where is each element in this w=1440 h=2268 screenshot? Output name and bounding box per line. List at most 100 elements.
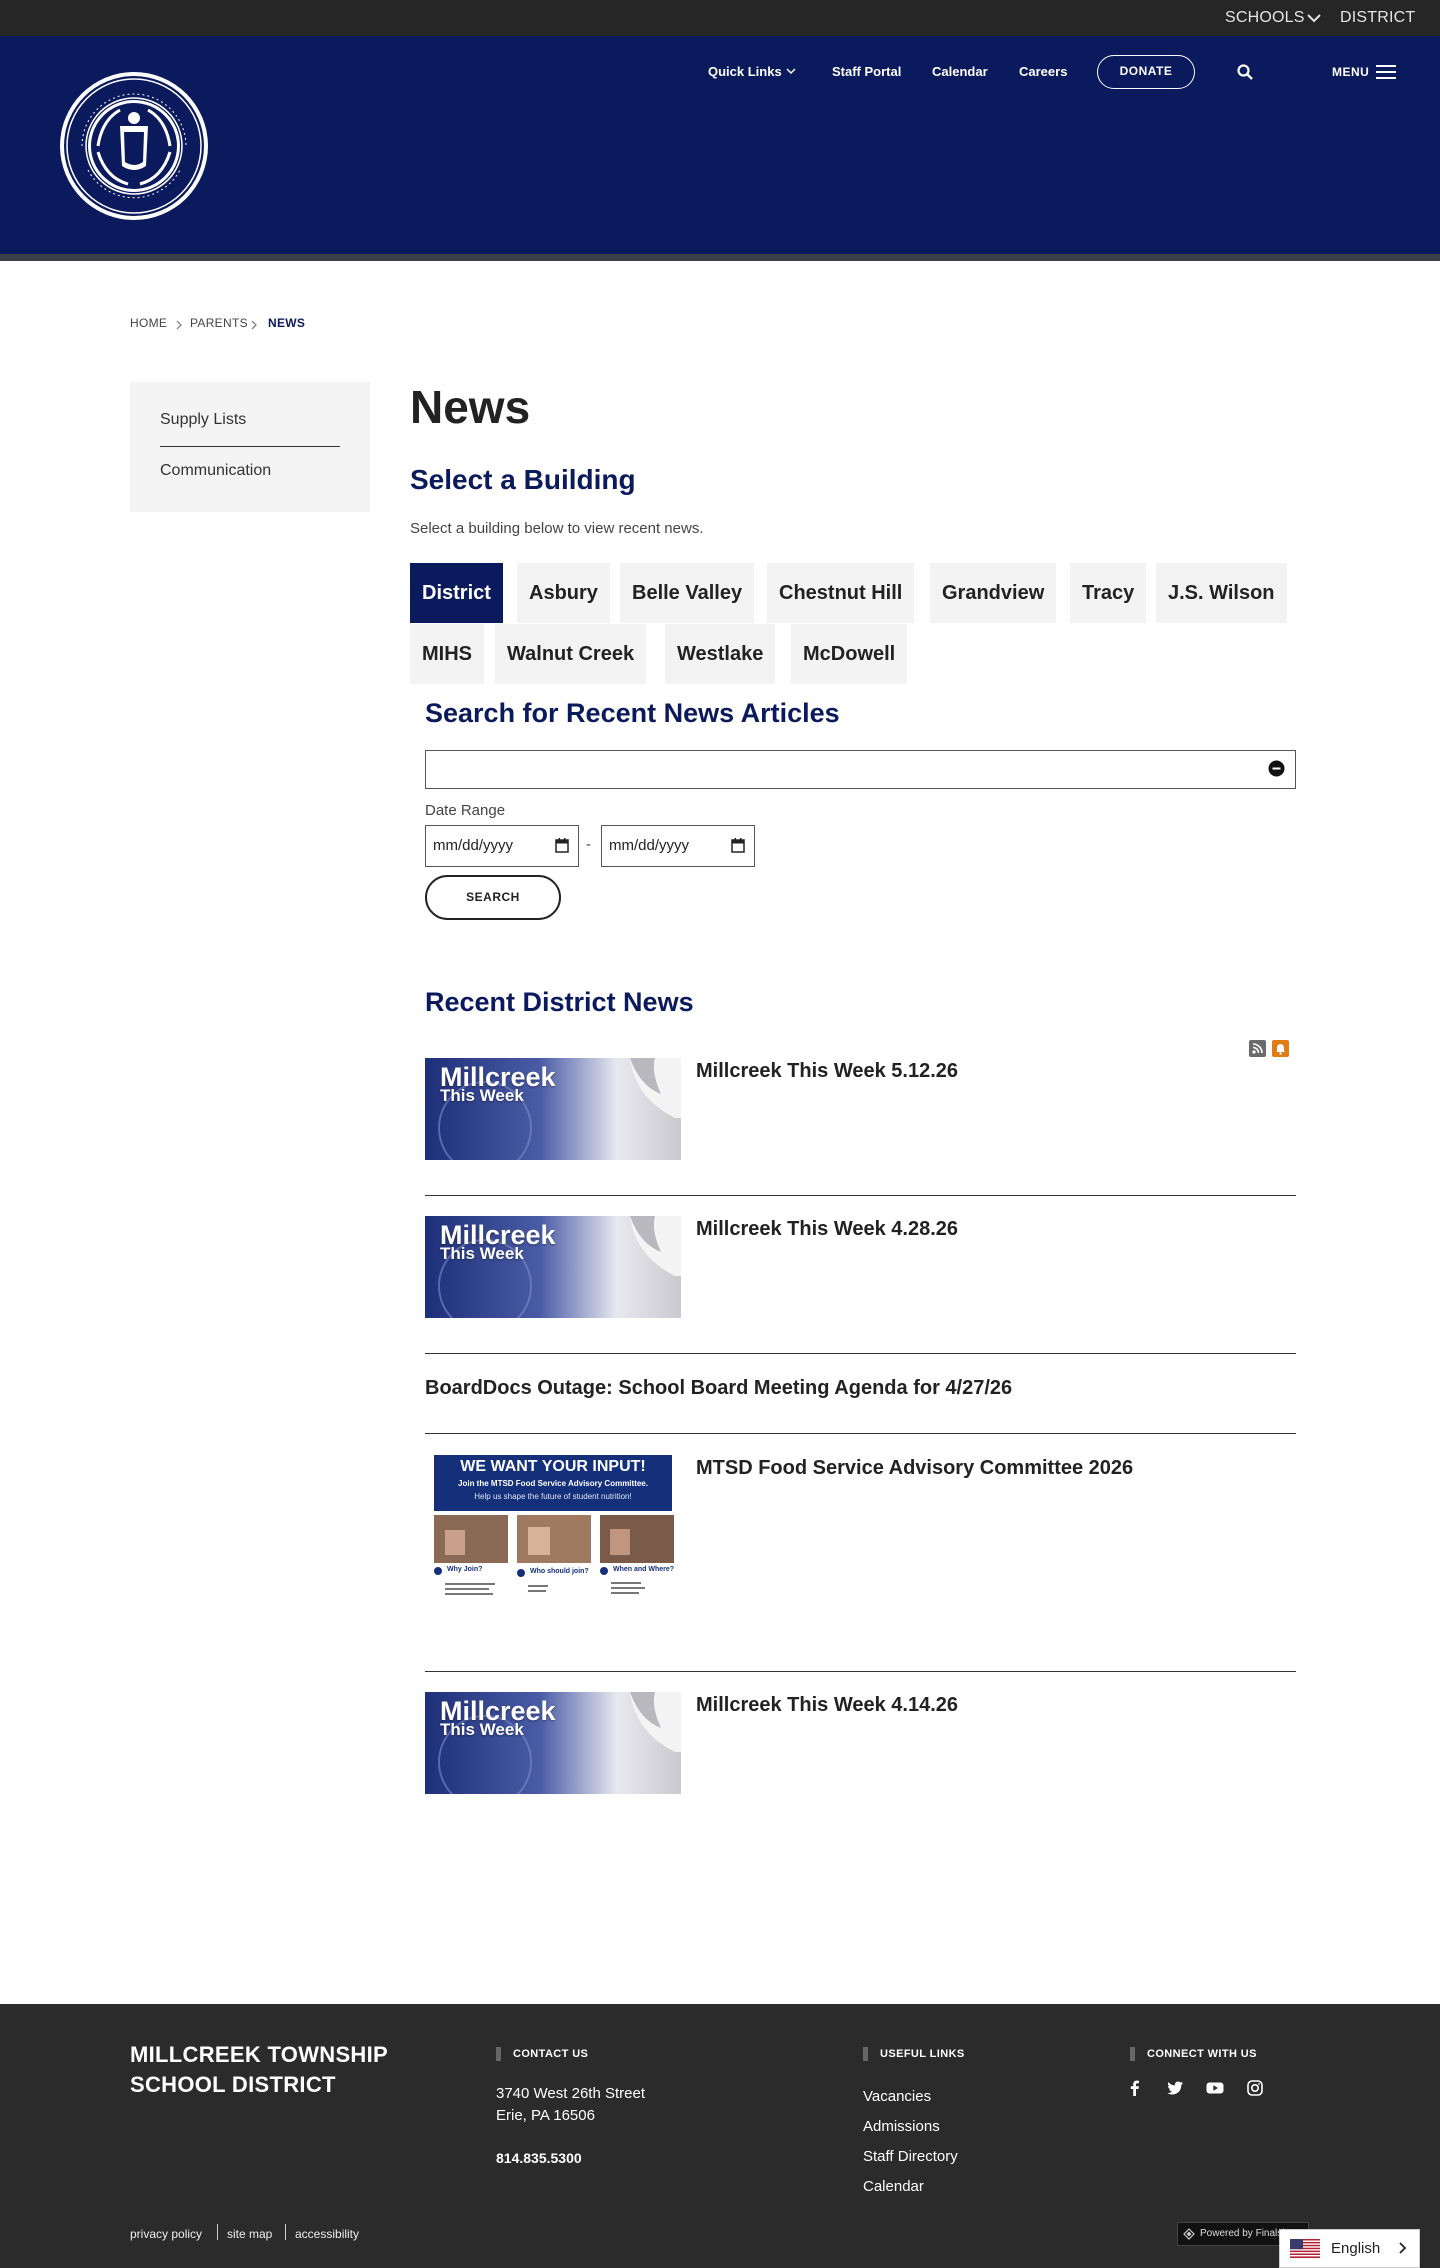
building-tab-walnut-creek[interactable]: Walnut Creek bbox=[495, 624, 647, 684]
chevron-right-icon[interactable] bbox=[1396, 2241, 1408, 2255]
building-tab-mcdowell[interactable]: McDowell bbox=[791, 624, 908, 684]
staff-portal-link[interactable]: Staff Portal bbox=[832, 60, 901, 84]
calendar-icon[interactable] bbox=[731, 838, 745, 853]
building-tab-district[interactable]: District bbox=[410, 563, 503, 623]
date-range-separator: - bbox=[586, 836, 591, 853]
careers-link[interactable]: Careers bbox=[1019, 60, 1067, 84]
menu-label[interactable]: MENU bbox=[1332, 60, 1369, 84]
breadcrumb-current: NEWS bbox=[268, 316, 306, 330]
search-button[interactable]: SEARCH bbox=[425, 875, 561, 920]
district-seal-logo[interactable] bbox=[58, 70, 210, 222]
footer-address-line: 3740 West 26th Street bbox=[496, 2085, 645, 2102]
legal-separator bbox=[217, 2224, 218, 2240]
select-building-description: Select a building below to view recent n… bbox=[410, 520, 704, 537]
utility-bar bbox=[0, 0, 1440, 36]
header-stripe bbox=[0, 254, 1440, 261]
article-title[interactable]: Millcreek This Week 4.14.26 bbox=[696, 1694, 958, 1717]
thumb-subtitle: This Week bbox=[440, 1720, 524, 1739]
footer-link-staff-directory[interactable]: Staff Directory bbox=[863, 2148, 958, 2165]
search-icon[interactable] bbox=[1236, 63, 1254, 81]
notification-bell-icon[interactable] bbox=[1272, 1040, 1289, 1057]
article-divider bbox=[425, 1195, 1296, 1196]
chevron-down-icon[interactable] bbox=[785, 65, 797, 77]
search-heading: Search for Recent News Articles bbox=[425, 698, 840, 728]
facebook-icon[interactable] bbox=[1126, 2079, 1144, 2097]
footer-district-name: MILLCREEK TOWNSHIP SCHOOL DISTRICT bbox=[130, 2040, 388, 2100]
sidebar-item-supply-lists[interactable]: Supply Lists bbox=[160, 411, 246, 429]
footer-address-line: Erie, PA 16506 bbox=[496, 2107, 595, 2124]
legal-separator bbox=[285, 2224, 286, 2240]
site-map-link[interactable]: site map bbox=[227, 2227, 272, 2241]
donate-button[interactable]: DONATE bbox=[1097, 55, 1195, 89]
footer-link-vacancies[interactable]: Vacancies bbox=[863, 2088, 931, 2105]
article-divider bbox=[425, 1353, 1296, 1354]
article-thumbnail[interactable]: Millcreek This Week bbox=[425, 1692, 681, 1794]
rss-icon[interactable] bbox=[1249, 1040, 1266, 1057]
calendar-link[interactable]: Calendar bbox=[932, 60, 988, 84]
breadcrumb-home[interactable]: HOME bbox=[130, 316, 167, 330]
building-tab-grandview[interactable]: Grandview bbox=[930, 563, 1057, 623]
clear-search-icon[interactable] bbox=[1268, 760, 1285, 777]
sidebar-divider bbox=[160, 446, 340, 447]
thumb-subtitle: This Week bbox=[440, 1244, 524, 1263]
us-flag-icon bbox=[1290, 2239, 1320, 2258]
breadcrumb-parents[interactable]: PARENTS bbox=[190, 316, 248, 330]
heading-accent-bar bbox=[496, 2047, 501, 2061]
chevron-right-icon bbox=[251, 320, 257, 330]
footer-connect-heading: CONNECT WITH US bbox=[1130, 2047, 1257, 2061]
calendar-icon[interactable] bbox=[555, 838, 569, 853]
flyer-question: When and Where? bbox=[613, 1566, 675, 1573]
privacy-policy-link[interactable]: privacy policy bbox=[130, 2227, 202, 2241]
chevron-right-icon bbox=[176, 320, 182, 330]
flyer-question: Who should join? bbox=[530, 1568, 589, 1575]
building-tab-mihs[interactable]: MIHS bbox=[410, 624, 484, 684]
article-thumbnail[interactable]: WE WANT YOUR INPUT! Join the MTSD Food S… bbox=[425, 1455, 681, 1625]
building-tab-tracy[interactable]: Tracy bbox=[1070, 563, 1147, 623]
sidebar-item-communication[interactable]: Communication bbox=[160, 462, 271, 480]
date-range-label: Date Range bbox=[425, 802, 506, 819]
article-title[interactable]: BoardDocs Outage: School Board Meeting A… bbox=[425, 1377, 1012, 1400]
article-title[interactable]: Millcreek This Week 5.12.26 bbox=[696, 1060, 958, 1083]
footer-phone[interactable]: 814.835.5300 bbox=[496, 2150, 582, 2166]
heading-accent-bar bbox=[1130, 2047, 1135, 2061]
language-label[interactable]: English bbox=[1331, 2240, 1380, 2257]
district-link[interactable]: DISTRICT bbox=[1340, 0, 1415, 36]
footer-contact-heading: CONTACT US bbox=[496, 2047, 589, 2061]
building-tab-chestnut-hill[interactable]: Chestnut Hill bbox=[767, 563, 915, 623]
building-tab-js-wilson[interactable]: J.S. Wilson bbox=[1156, 563, 1287, 623]
building-tab-westlake[interactable]: Westlake bbox=[665, 624, 776, 684]
footer-district-line: MILLCREEK TOWNSHIP bbox=[130, 2042, 388, 2067]
sidebar-nav: Supply Lists Communication bbox=[130, 382, 370, 512]
quick-links-menu[interactable]: Quick Links bbox=[708, 60, 782, 84]
building-tab-belle-valley[interactable]: Belle Valley bbox=[620, 563, 755, 623]
footer-heading-label: CONNECT WITH US bbox=[1147, 2048, 1257, 2060]
footer-district-line: SCHOOL DISTRICT bbox=[130, 2072, 336, 2097]
footer-useful-links-heading: USEFUL LINKS bbox=[863, 2047, 965, 2061]
heading-accent-bar bbox=[863, 2047, 868, 2061]
schools-link[interactable]: SCHOOLS bbox=[1225, 0, 1305, 36]
thumb-subtitle: This Week bbox=[440, 1086, 524, 1105]
flyer-headline: WE WANT YOUR INPUT! bbox=[460, 1458, 646, 1475]
article-divider bbox=[425, 1671, 1296, 1672]
article-title[interactable]: MTSD Food Service Advisory Committee 202… bbox=[696, 1457, 1133, 1480]
footer-link-calendar[interactable]: Calendar bbox=[863, 2178, 924, 2195]
article-divider bbox=[425, 1433, 1296, 1434]
article-thumbnail[interactable]: Millcreek This Week bbox=[425, 1058, 681, 1160]
accessibility-link[interactable]: accessibility bbox=[295, 2227, 359, 2241]
news-search-input[interactable] bbox=[425, 750, 1296, 789]
flyer-question: Why Join? bbox=[447, 1566, 483, 1573]
footer-heading-label: CONTACT US bbox=[513, 2048, 589, 2060]
article-thumbnail[interactable]: Millcreek This Week bbox=[425, 1216, 681, 1318]
footer-link-admissions[interactable]: Admissions bbox=[863, 2118, 940, 2135]
page-title: News bbox=[410, 381, 531, 433]
flyer-subline: Join the MTSD Food Service Advisory Comm… bbox=[458, 1479, 648, 1488]
building-tab-asbury[interactable]: Asbury bbox=[517, 563, 610, 623]
chevron-down-icon[interactable] bbox=[1305, 9, 1323, 27]
article-title[interactable]: Millcreek This Week 4.28.26 bbox=[696, 1218, 958, 1241]
menu-icon[interactable] bbox=[1375, 63, 1397, 81]
youtube-icon[interactable] bbox=[1206, 2079, 1224, 2097]
instagram-icon[interactable] bbox=[1246, 2079, 1264, 2097]
recent-news-heading: Recent District News bbox=[425, 987, 694, 1017]
footer-heading-label: USEFUL LINKS bbox=[880, 2048, 965, 2060]
twitter-icon[interactable] bbox=[1166, 2079, 1184, 2097]
